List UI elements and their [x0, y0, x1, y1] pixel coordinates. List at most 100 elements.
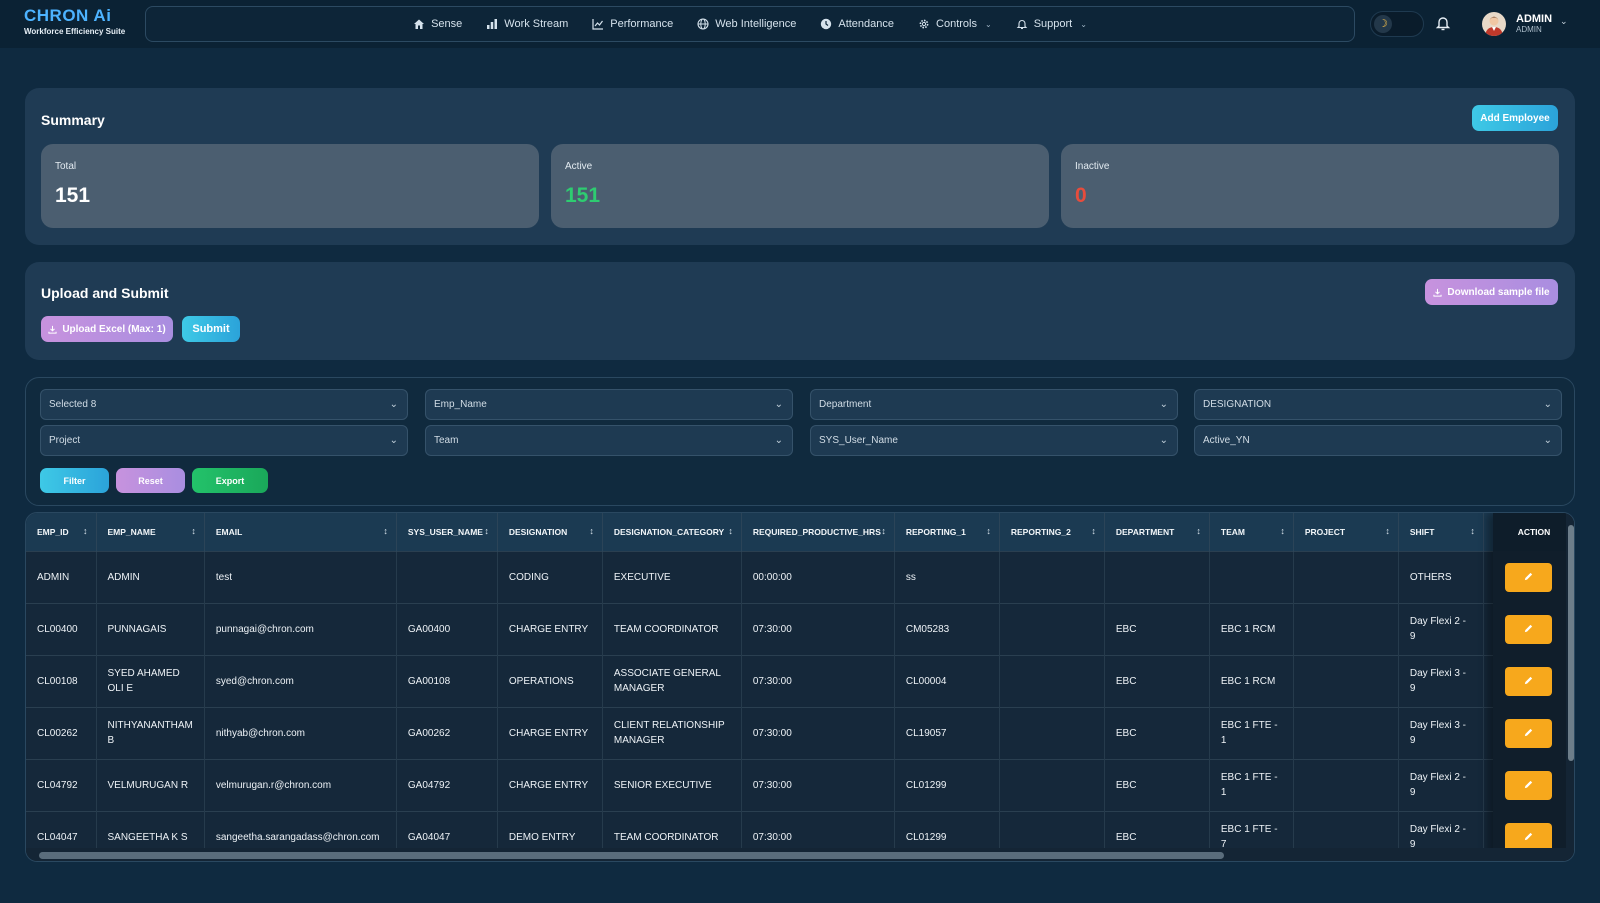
bell-outline-icon — [1016, 20, 1028, 30]
department-select[interactable]: Department ⌄ — [810, 389, 1178, 420]
table-cell — [1293, 654, 1399, 707]
chevron-down-icon: ⌄ — [774, 399, 783, 410]
vertical-scrollbar[interactable] — [1566, 513, 1574, 848]
user-avatar-icon — [1485, 16, 1503, 36]
nav-label: Work Stream — [504, 18, 569, 30]
download-sample-button[interactable]: Download sample file — [1425, 279, 1558, 305]
sort-icon[interactable]: ↕ — [83, 526, 88, 536]
vertical-scroll-thumb[interactable] — [1568, 525, 1574, 761]
edit-button[interactable] — [1505, 615, 1552, 644]
table-cell: EBC 1 FTE - 1 — [1209, 706, 1294, 759]
designation-select[interactable]: DESIGNATION ⌄ — [1194, 389, 1562, 420]
submit-button[interactable]: Submit — [182, 316, 240, 342]
column-header[interactable]: DESIGNATION ↕ — [497, 513, 603, 551]
column-header[interactable]: EMAIL ↕ — [204, 513, 397, 551]
table-cell — [999, 706, 1105, 759]
table-cell — [1104, 550, 1210, 603]
table-cell: CL00262 — [26, 706, 97, 759]
table-row[interactable]: CL04792 VELMURUGAN Rvelmurugan.r@chron.co… — [26, 758, 1544, 811]
table-cell: EXECUTIVE — [602, 550, 742, 603]
project-select[interactable]: Project ⌄ — [40, 425, 408, 456]
table-cell: CHARGE ENTRY — [497, 602, 603, 655]
column-header-label: PROJECT — [1304, 526, 1346, 537]
sort-icon[interactable]: ↕ — [881, 526, 886, 536]
user-menu[interactable]: ADMIN ADMIN — [1516, 13, 1552, 34]
column-header[interactable]: DEPARTMENT ↕ — [1104, 513, 1210, 551]
column-header[interactable]: EMP_ID ↕ — [26, 513, 97, 551]
edit-button[interactable] — [1505, 771, 1552, 800]
nav-attendance[interactable]: Attendance — [820, 18, 894, 30]
table-row[interactable]: CL00108 SYED AHAMED OLI Esyed@chron.com GA… — [26, 654, 1544, 707]
table-cell: EBC 1 RCM — [1209, 602, 1294, 655]
reset-button[interactable]: Reset — [116, 468, 185, 493]
edit-button[interactable] — [1505, 719, 1552, 748]
export-button[interactable]: Export — [192, 468, 268, 493]
column-select[interactable]: Selected 8 ⌄ — [40, 389, 408, 420]
column-header[interactable]: REQUIRED_PRODUCTIVE_HRS ↕ — [741, 513, 895, 551]
chevron-down-icon[interactable]: ⌄ — [1560, 16, 1568, 27]
table-cell: EBC — [1104, 758, 1210, 811]
column-header[interactable]: TEAM ↕ — [1209, 513, 1294, 551]
sort-icon[interactable]: ↕ — [589, 526, 594, 536]
table-cell — [1293, 602, 1399, 655]
nav-performance[interactable]: Performance — [592, 18, 673, 30]
table-cell: 00:00:00 — [741, 550, 895, 603]
horizontal-scrollbar[interactable] — [26, 848, 1574, 861]
nav-work-stream[interactable]: Work Stream — [486, 18, 568, 30]
sort-icon[interactable]: ↕ — [1280, 526, 1285, 536]
column-header-label: REPORTING_1 — [905, 526, 966, 537]
add-employee-button[interactable]: Add Employee — [1472, 105, 1558, 131]
sort-icon[interactable]: ↕ — [728, 526, 733, 536]
pencil-icon — [1524, 832, 1533, 841]
summary-title: Summary — [41, 112, 105, 128]
column-header[interactable]: EMP_NAME ↕ — [96, 513, 205, 551]
user-role: ADMIN — [1516, 25, 1542, 34]
column-header[interactable]: PROJECT ↕ — [1293, 513, 1399, 551]
stat-active: Active 151 — [551, 144, 1049, 228]
column-header[interactable]: SHIFT ↕ — [1398, 513, 1484, 551]
column-header-label: SHIFT — [1409, 526, 1435, 537]
theme-toggle[interactable]: ☽ — [1370, 11, 1424, 37]
nav-support[interactable]: Support ⌄ — [1016, 18, 1087, 30]
notification-bell-icon[interactable] — [1435, 14, 1451, 32]
nav-label: Performance — [610, 18, 674, 30]
action-header: ACTION — [1493, 513, 1574, 551]
select-value: Department — [819, 399, 872, 410]
upload-title: Upload and Submit — [41, 285, 169, 301]
nav-sense[interactable]: Sense — [413, 18, 462, 30]
filter-button[interactable]: Filter — [40, 468, 109, 493]
table-header: EMP_ID ↕ EMP_NAME ↕ EMAIL ↕ SYS_USER_NAME ↕ DESI… — [26, 513, 1544, 551]
column-header[interactable]: DESIGNATION_CATEGORY ↕ — [602, 513, 742, 551]
download-sample-label: Download sample file — [1447, 286, 1550, 298]
avatar[interactable] — [1482, 12, 1506, 36]
sort-icon[interactable]: ↕ — [383, 526, 388, 536]
active-yn-select[interactable]: Active_YN ⌄ — [1194, 425, 1562, 456]
nav-controls[interactable]: Controls ⌄ — [918, 18, 992, 30]
column-header[interactable]: SYS_USER_NAME ↕ — [396, 513, 498, 551]
sys-user-name-select[interactable]: SYS_User_Name ⌄ — [810, 425, 1178, 456]
table-row[interactable]: ADMIN ADMIN test CODING EXECUTIVE 00:00:00 ss O… — [26, 550, 1544, 603]
horizontal-scroll-thumb[interactable] — [39, 852, 1224, 859]
sort-icon[interactable]: ↕ — [1470, 526, 1475, 536]
edit-button[interactable] — [1505, 667, 1552, 696]
edit-button[interactable] — [1505, 563, 1552, 592]
sort-icon[interactable]: ↕ — [1091, 526, 1096, 536]
chevron-down-icon: ⌄ — [1080, 19, 1087, 29]
sort-icon[interactable]: ↕ — [191, 526, 196, 536]
pencil-icon — [1524, 572, 1533, 581]
upload-excel-button[interactable]: Upload Excel (Max: 1) — [41, 316, 173, 342]
sort-icon[interactable]: ↕ — [484, 526, 489, 536]
column-header[interactable]: REPORTING_1 ↕ — [894, 513, 1000, 551]
globe-icon — [697, 18, 709, 30]
column-header[interactable]: REPORTING_2 ↕ — [999, 513, 1105, 551]
table-row[interactable]: CL00262 NITHYANANTHAM Bnithyab@chron.com G… — [26, 706, 1544, 759]
nav-web-intelligence[interactable]: Web Intelligence — [697, 18, 796, 30]
brand-logo[interactable]: CHRON Ai Workforce Efficiency Suite — [24, 6, 134, 36]
sort-icon[interactable]: ↕ — [1385, 526, 1390, 536]
table-row[interactable]: CL00400 PUNNAGAIS punnagai@chron.com GA0040… — [26, 602, 1544, 655]
team-select[interactable]: Team ⌄ — [425, 425, 793, 456]
sort-icon[interactable]: ↕ — [1196, 526, 1201, 536]
sort-icon[interactable]: ↕ — [986, 526, 991, 536]
emp-name-select[interactable]: Emp_Name ⌄ — [425, 389, 793, 420]
nav-label: Sense — [431, 18, 463, 30]
